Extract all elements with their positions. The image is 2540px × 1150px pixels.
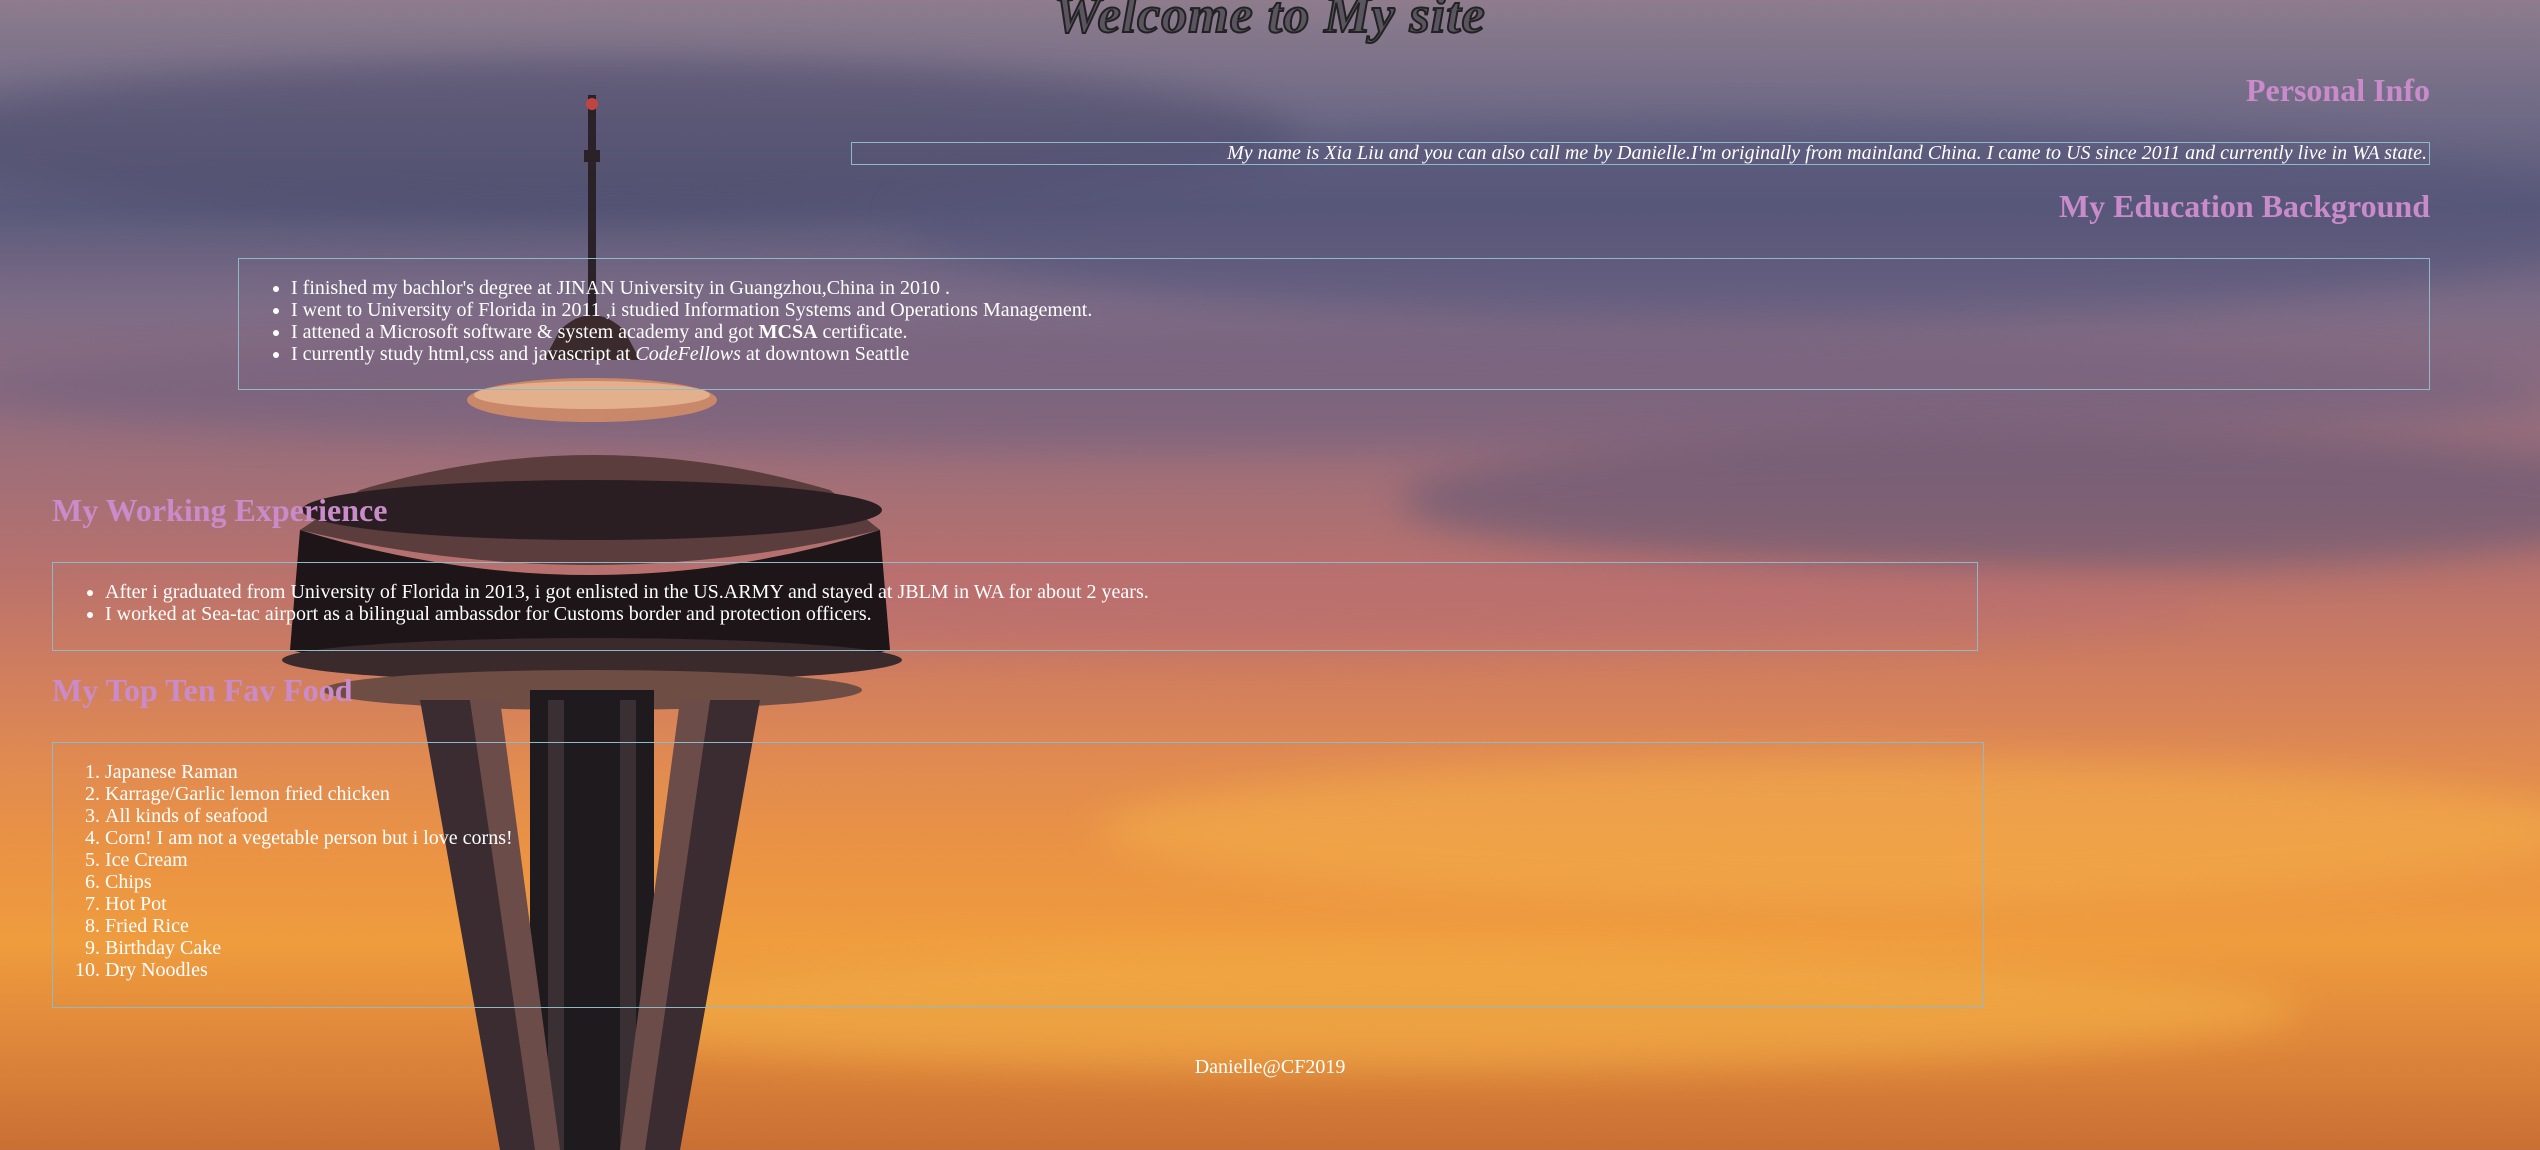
list-item: I finished my bachlor's degree at JINAN … bbox=[291, 277, 2429, 299]
list-item: I worked at Sea-tac airport as a bilingu… bbox=[105, 603, 1977, 625]
personal-info-box: My name is Xia Liu and you can also call… bbox=[851, 142, 2430, 165]
food-heading: My Top Ten Fav Food bbox=[52, 672, 353, 708]
list-item: Birthday Cake bbox=[105, 937, 1983, 959]
personal-info-heading: Personal Info bbox=[2246, 72, 2430, 108]
list-item: Chips bbox=[105, 871, 1983, 893]
list-item: I went to University of Florida in 2011 … bbox=[291, 299, 2429, 321]
work-heading: My Working Experience bbox=[52, 492, 388, 528]
education-box: I finished my bachlor's degree at JINAN … bbox=[238, 258, 2430, 390]
footer-text: Danielle@CF2019 bbox=[1194, 1056, 1346, 1078]
food-list: Japanese Raman Karrage/Garlic lemon frie… bbox=[53, 761, 1983, 981]
list-item: I attened a Microsoft software & system … bbox=[291, 321, 2429, 343]
personal-bio-text: My name is Xia Liu and you can also call… bbox=[1227, 142, 2427, 164]
list-item: Karrage/Garlic lemon fried chicken bbox=[105, 783, 1983, 805]
work-list: After i graduated from University of Flo… bbox=[53, 581, 1977, 625]
list-item: Japanese Raman bbox=[105, 761, 1983, 783]
list-item: Ice Cream bbox=[105, 849, 1983, 871]
list-item: After i graduated from University of Flo… bbox=[105, 581, 1977, 603]
list-item: I currently study html,css and javascrip… bbox=[291, 343, 2429, 365]
list-item: Fried Rice bbox=[105, 915, 1983, 937]
page-title: Welcome to My site bbox=[1053, 0, 1486, 45]
list-item: Dry Noodles bbox=[105, 959, 1983, 981]
list-item: Corn! I am not a vegetable person but i … bbox=[105, 827, 1983, 849]
codefellows-text: CodeFellows bbox=[635, 343, 741, 365]
education-list: I finished my bachlor's degree at JINAN … bbox=[239, 277, 2429, 365]
food-box: Japanese Raman Karrage/Garlic lemon frie… bbox=[52, 742, 1984, 1008]
list-item: All kinds of seafood bbox=[105, 805, 1983, 827]
list-item: Hot Pot bbox=[105, 893, 1983, 915]
mcsa-text: MCSA bbox=[758, 321, 818, 343]
education-heading: My Education Background bbox=[2058, 188, 2430, 224]
work-box: After i graduated from University of Flo… bbox=[52, 562, 1978, 651]
